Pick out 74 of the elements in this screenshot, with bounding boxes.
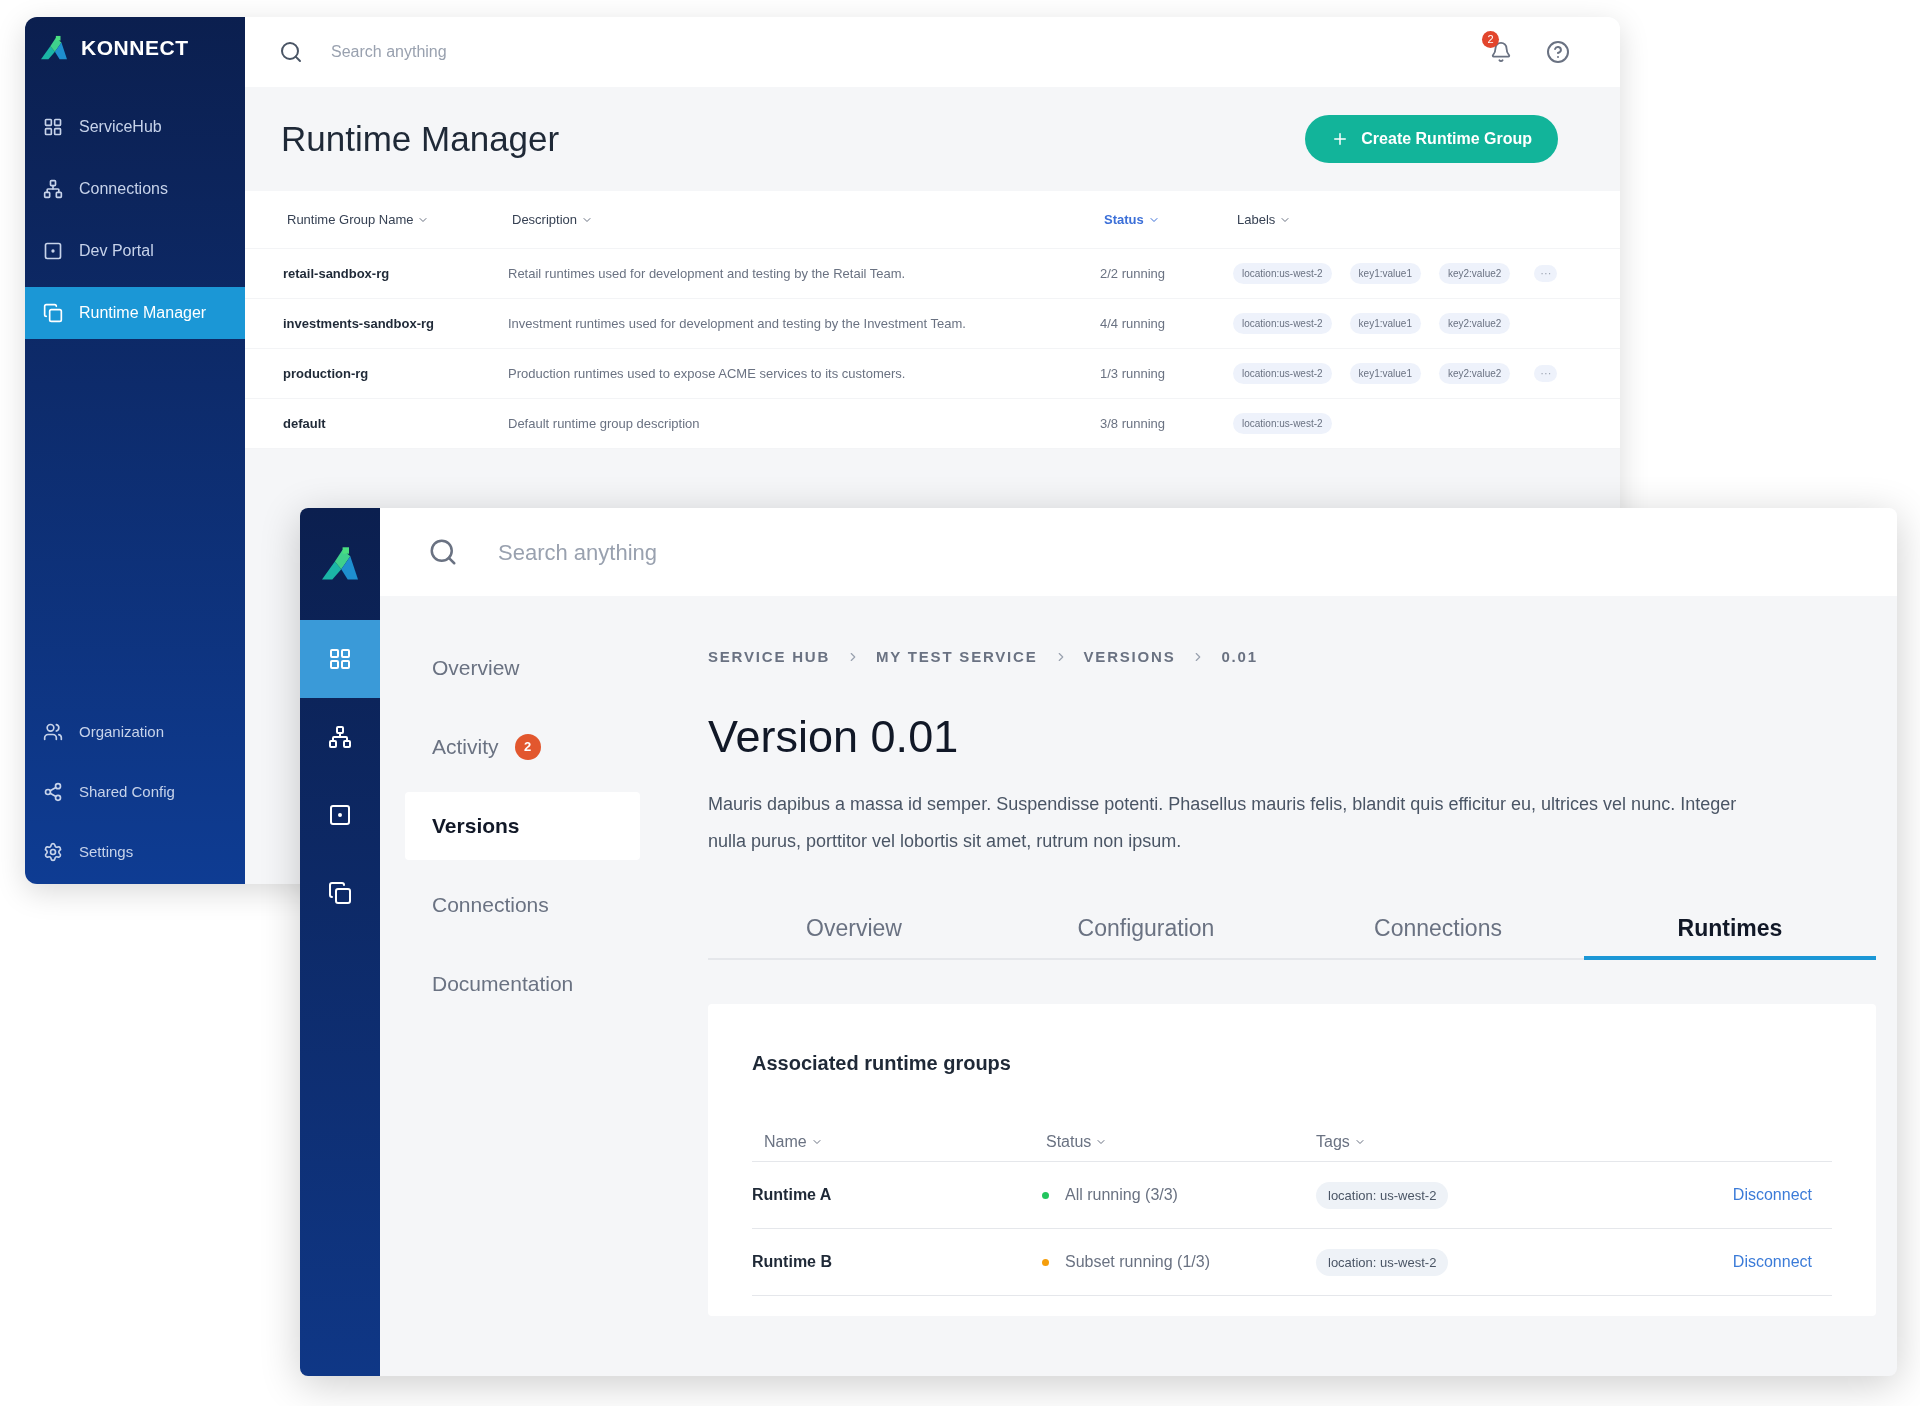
card-title: Associated runtime groups [752, 1051, 1012, 1076]
tag: location: us-west-2 [1316, 1182, 1449, 1209]
column-header[interactable]: Tags [1316, 1129, 1366, 1154]
tab[interactable]: Overview [708, 900, 1000, 960]
more-button[interactable]: ··· [1534, 265, 1558, 282]
count-badge: 2 [514, 734, 541, 760]
column-header[interactable]: Description [512, 209, 594, 230]
column-header[interactable]: Status [1046, 1129, 1108, 1154]
tab[interactable]: Configuration [1000, 900, 1292, 960]
side-nav-item[interactable]: Overview [405, 634, 640, 702]
sidebar-item[interactable]: Runtime Manager [25, 287, 245, 339]
column-header[interactable]: Status [1104, 209, 1160, 230]
label-tag: key1:value1 [1349, 263, 1421, 284]
label-tag: key2:value2 [1438, 313, 1511, 334]
table-cell-text: retail-sandbox-rg [283, 264, 391, 283]
side-nav-item[interactable]: Versions [405, 792, 640, 860]
breadcrumb-link[interactable]: MY TEST SERVICE [876, 646, 1038, 669]
status-text: All running (3/3) [1065, 1185, 1178, 1205]
notification-count: 2 [1482, 31, 1499, 48]
search-icon [428, 537, 458, 567]
column-header[interactable]: Labels [1237, 209, 1292, 230]
page-title: Runtime Manager [281, 117, 560, 160]
table-cell-text: 2/2 running [1100, 264, 1167, 283]
sidebar-item[interactable]: Settings [25, 822, 245, 882]
label-tag: location:us-west-2 [1233, 263, 1332, 284]
tag: location: us-west-2 [1316, 1249, 1449, 1276]
table-cell-text: production-rg [283, 364, 370, 383]
search-icon [279, 40, 303, 64]
table-cell-text: 3/8 running [1100, 414, 1167, 433]
description-text: Mauris dapibus a massa id semper. Suspendisse potenti. Phasellus mauris felis, blandit quis efficitur eu, ultrices vel nunc. Integer nulla purus, porttitor vel lobortis sit amet, rutrum non ipsum. [708, 793, 1738, 853]
table-cell-text: Runtime A [752, 1185, 833, 1205]
notification-bell-icon[interactable] [1490, 41, 1512, 63]
disconnect-link[interactable]: Disconnect [1732, 1183, 1812, 1207]
table-cell-text: 4/4 running [1100, 314, 1167, 333]
search-field[interactable]: Search anything [331, 40, 731, 64]
sidebar-item[interactable]: Organization [25, 702, 245, 762]
sidebar-item[interactable]: Connections [25, 163, 245, 215]
sidebar-item[interactable]: Dev Portal [25, 225, 245, 277]
logo-icon [39, 35, 69, 61]
label-tag: key2:value2 [1438, 263, 1511, 284]
label-tag: key1:value1 [1349, 313, 1421, 334]
table-cell-text: Investment runtimes used for development and testing by the Investment Team. [508, 314, 967, 333]
breadcrumb-link[interactable]: VERSIONS [1083, 646, 1176, 669]
create-runtime-group-button[interactable]: Create Runtime Group [1305, 115, 1558, 163]
table-cell-text: 1/3 running [1100, 364, 1167, 383]
status-text: Subset running (1/3) [1065, 1252, 1210, 1272]
tab[interactable]: Connections [1292, 900, 1584, 960]
label-tag: key2:value2 [1438, 363, 1511, 384]
side-nav-item[interactable]: Activity 2 [405, 713, 640, 781]
table-cell-text: Runtime B [752, 1252, 833, 1272]
table-cell-text: Default runtime group description [508, 414, 701, 433]
column-header[interactable]: Runtime Group Name [287, 209, 430, 230]
tab[interactable]: Runtimes [1584, 900, 1876, 960]
more-button[interactable]: ··· [1534, 365, 1558, 382]
side-nav-item[interactable]: Connections [405, 871, 640, 939]
breadcrumb-link[interactable]: 0.01 [1221, 646, 1258, 669]
breadcrumb-link[interactable]: SERVICE HUB [708, 646, 831, 669]
sidebar-item[interactable]: Shared Config [25, 762, 245, 822]
sidebar-item[interactable]: ServiceHub [25, 101, 245, 153]
label-tag: location:us-west-2 [1233, 313, 1332, 334]
help-icon[interactable] [1546, 40, 1570, 64]
page-title: Version 0.01 [708, 709, 960, 764]
brand-name: KONNECT [81, 35, 189, 62]
table-cell-text: Production runtimes used to expose ACME services to its customers. [508, 364, 907, 383]
column-header[interactable]: Name [764, 1129, 823, 1154]
label-tag: location:us-west-2 [1233, 363, 1332, 384]
table-cell-text: investments-sandbox-rg [283, 314, 435, 333]
table-cell-text: default [283, 414, 327, 433]
table-cell-text: Retail runtimes used for development and testing by the Retail Team. [508, 264, 907, 283]
disconnect-link[interactable]: Disconnect [1732, 1250, 1812, 1274]
label-tag: key1:value1 [1349, 363, 1421, 384]
side-nav-item[interactable]: Documentation [405, 950, 640, 1018]
search-field[interactable]: Search anything [498, 535, 998, 569]
label-tag: location:us-west-2 [1233, 413, 1332, 434]
